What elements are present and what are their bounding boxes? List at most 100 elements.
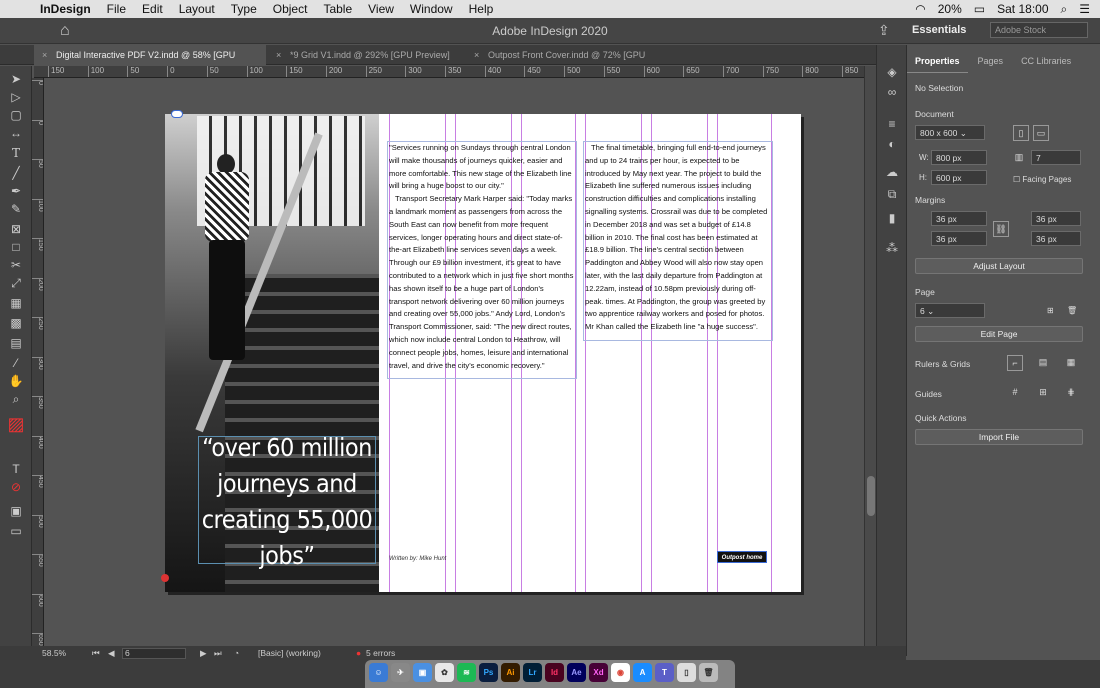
- link-margins-icon[interactable]: ⛓: [993, 221, 1009, 237]
- rulers-icon[interactable]: ⌐: [1007, 355, 1023, 371]
- error-count[interactable]: 5 errors: [366, 648, 395, 658]
- close-icon[interactable]: ×: [474, 45, 479, 65]
- eyedropper-tool-icon[interactable]: ⁄: [6, 356, 26, 372]
- page-dropdown[interactable]: 6 ⌄: [915, 303, 985, 318]
- zoom-level[interactable]: 58.5%: [42, 648, 66, 658]
- line-tool-icon[interactable]: ╱: [6, 166, 26, 182]
- smart-guides-icon[interactable]: ⊞: [1035, 385, 1051, 401]
- selection-tool-icon[interactable]: ➤: [6, 72, 26, 88]
- width-field[interactable]: 800 px: [931, 150, 987, 165]
- margin-top-field[interactable]: 36 px: [931, 211, 987, 226]
- indesign-icon[interactable]: Id: [545, 663, 564, 682]
- rectangle-tool-icon[interactable]: □: [6, 240, 26, 256]
- link-icon[interactable]: [171, 110, 183, 118]
- horizontal-ruler[interactable]: 150 100 50 0 50 100 150 200 250 300 350 400 450 500 55…: [34, 66, 864, 78]
- preflight-icon[interactable]: ◔: [234, 648, 239, 658]
- illustrator-icon[interactable]: Ai: [501, 663, 520, 682]
- last-page-icon[interactable]: ⏭: [214, 648, 222, 659]
- links-icon[interactable]: ∞: [885, 85, 899, 99]
- document-grid-icon[interactable]: ▦: [1063, 355, 1079, 371]
- gradient-feather-tool-icon[interactable]: ▩: [6, 316, 26, 332]
- margin-right-field[interactable]: 36 px: [1031, 231, 1081, 246]
- tab-9-grid[interactable]: × *9 Grid V1.indd @ 292% [GPU Preview]: [268, 45, 464, 65]
- menu-type[interactable]: Type: [231, 2, 257, 16]
- screen-mode-icon[interactable]: ▣: [6, 504, 26, 520]
- photos-icon[interactable]: ✿: [435, 663, 454, 682]
- apply-none-icon[interactable]: ⊘: [6, 480, 26, 496]
- type-tool-icon[interactable]: T: [6, 146, 26, 162]
- battery-icon[interactable]: ▭: [974, 2, 985, 16]
- guides-icon[interactable]: #: [1007, 385, 1023, 401]
- document-size-dropdown[interactable]: 800 x 600 ⌄: [915, 125, 985, 140]
- menu-help[interactable]: Help: [469, 2, 494, 16]
- wifi-icon[interactable]: ◠: [915, 2, 925, 16]
- rectangle-frame-tool-icon[interactable]: ⊠: [6, 222, 26, 238]
- vertical-scrollbar[interactable]: [864, 66, 876, 646]
- cc-libraries-icon[interactable]: ☁: [885, 165, 899, 179]
- interactive-icon[interactable]: ⁂: [885, 241, 899, 255]
- outpost-home-button[interactable]: Outpost home: [717, 551, 767, 563]
- adjust-layout-button[interactable]: Adjust Layout: [915, 258, 1083, 274]
- control-center-icon[interactable]: ☰: [1079, 2, 1090, 16]
- direct-selection-tool-icon[interactable]: ▷: [6, 90, 26, 106]
- pen-tool-icon[interactable]: ✒: [6, 184, 26, 200]
- pages-icon[interactable]: ⧉: [885, 187, 899, 201]
- document-page[interactable]: “over 60 million journeys and creating 5…: [161, 110, 801, 592]
- tab-cc-libraries[interactable]: CC Libraries: [1013, 53, 1079, 73]
- menu-edit[interactable]: Edit: [142, 2, 163, 16]
- hand-tool-icon[interactable]: ✋: [6, 374, 26, 390]
- layers-icon[interactable]: ◈: [885, 65, 899, 79]
- menu-window[interactable]: Window: [410, 2, 453, 16]
- pages-count-field[interactable]: 7: [1031, 150, 1081, 165]
- teams-icon[interactable]: T: [655, 663, 674, 682]
- page-tool-icon[interactable]: ▢: [6, 108, 26, 124]
- fill-stroke-icon[interactable]: ▨: [6, 414, 26, 434]
- note-tool-icon[interactable]: ▤: [6, 336, 26, 352]
- tab-pages[interactable]: Pages: [970, 53, 1012, 73]
- search-icon[interactable]: ⌕: [1061, 2, 1068, 17]
- formatting-affects-container-icon[interactable]: T: [6, 462, 26, 478]
- portrait-icon[interactable]: ▯: [1013, 125, 1029, 141]
- close-icon[interactable]: ×: [42, 45, 47, 65]
- after-effects-icon[interactable]: Ae: [567, 663, 586, 682]
- menu-file[interactable]: File: [107, 2, 126, 16]
- zoom-tool-icon[interactable]: ⌕: [6, 392, 26, 408]
- stroke-icon[interactable]: ≡: [885, 117, 899, 131]
- gap-tool-icon[interactable]: ↔: [6, 126, 26, 142]
- height-field[interactable]: 600 px: [931, 170, 987, 185]
- next-page-icon[interactable]: ▶: [200, 648, 207, 659]
- delete-page-icon[interactable]: 🗑: [1067, 306, 1077, 315]
- scissors-tool-icon[interactable]: ✂: [6, 258, 26, 274]
- xd-icon[interactable]: Xd: [589, 663, 608, 682]
- document-canvas[interactable]: “over 60 million journeys and creating 5…: [45, 78, 864, 646]
- tab-digital-interactive-pdf[interactable]: × Digital Interactive PDF V2.indd @ 58% […: [34, 45, 266, 80]
- menu-object[interactable]: Object: [273, 2, 308, 16]
- share-icon[interactable]: ⇪: [878, 22, 890, 39]
- menu-table[interactable]: Table: [323, 2, 352, 16]
- workspace-switcher[interactable]: Essentials: [912, 24, 966, 36]
- preview-mode-icon[interactable]: ▭: [6, 524, 26, 540]
- launchpad-icon[interactable]: ✈: [391, 663, 410, 682]
- swatches-icon[interactable]: ◐: [885, 137, 899, 151]
- folder-icon[interactable]: ▯: [677, 663, 696, 682]
- adobe-stock-search[interactable]: Adobe Stock: [990, 22, 1088, 38]
- stairs-photo[interactable]: “over 60 million journeys and creating 5…: [165, 114, 379, 592]
- margin-bottom-field[interactable]: 36 px: [931, 231, 987, 246]
- menu-layout[interactable]: Layout: [179, 2, 215, 16]
- bookmarks-icon[interactable]: ▮: [885, 211, 899, 225]
- tab-properties[interactable]: Properties: [907, 53, 968, 73]
- import-file-button[interactable]: Import File: [915, 429, 1083, 445]
- lightroom-icon[interactable]: Lr: [523, 663, 542, 682]
- close-icon[interactable]: ×: [276, 45, 281, 65]
- preflight-profile[interactable]: [Basic] (working): [258, 648, 321, 658]
- add-page-icon[interactable]: ⊞: [1047, 306, 1054, 315]
- trash-icon[interactable]: 🗑: [699, 663, 718, 682]
- app-menu[interactable]: InDesign: [40, 2, 91, 16]
- margin-left-field[interactable]: 36 px: [1031, 211, 1081, 226]
- gradient-tool-icon[interactable]: ▦: [6, 296, 26, 312]
- landscape-icon[interactable]: ▭: [1033, 125, 1049, 141]
- edit-page-button[interactable]: Edit Page: [915, 326, 1083, 342]
- page-number-field[interactable]: 6: [122, 648, 186, 659]
- error-icon[interactable]: [161, 574, 169, 582]
- finder-icon[interactable]: ☺: [369, 663, 388, 682]
